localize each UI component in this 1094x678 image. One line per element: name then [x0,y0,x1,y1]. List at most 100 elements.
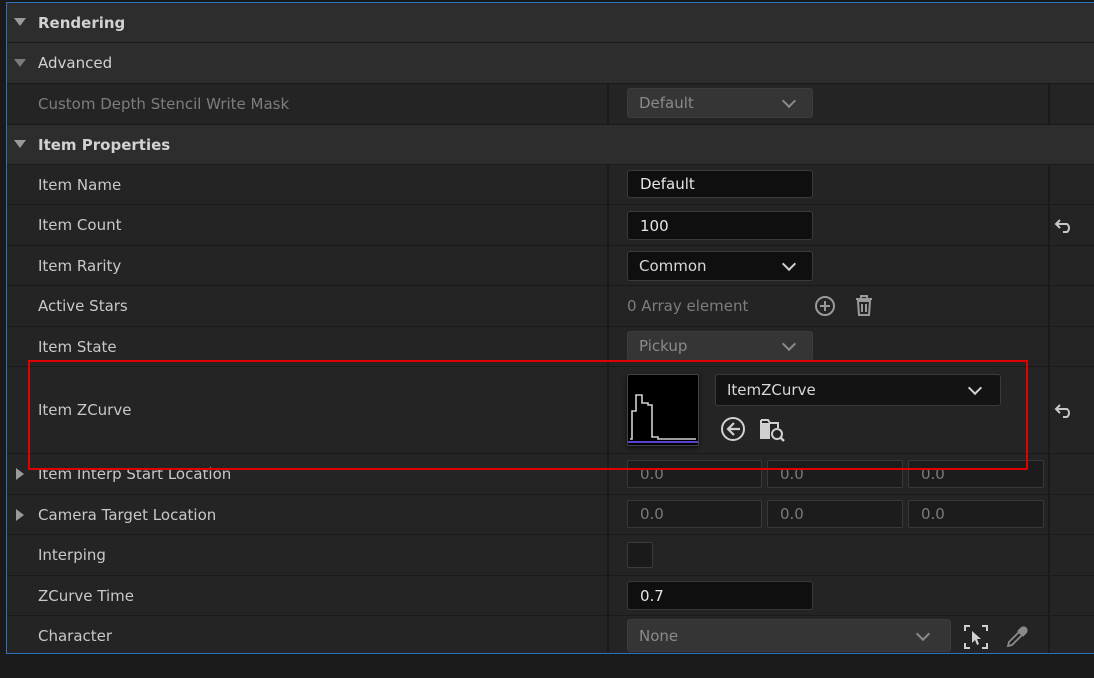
camera-target-z-field[interactable]: 0.0 [908,500,1044,528]
vector-z-value: 0.0 [921,465,945,483]
vector-z-value: 0.0 [921,505,945,523]
collapse-arrow-icon[interactable] [14,18,26,26]
panel-footer [0,655,1094,678]
interp-start-y-field[interactable]: 0.0 [767,460,903,488]
interp-start-z-field[interactable]: 0.0 [908,460,1044,488]
property-label: Active Stars [38,297,128,315]
property-label: Item Interp Start Location [38,465,232,483]
column-separator [607,246,609,285]
column-separator [1048,616,1050,653]
column-separator [607,576,609,615]
camera-target-x-field[interactable]: 0.0 [627,500,762,528]
character-dropdown[interactable]: None [627,619,951,652]
property-label: Item Count [38,216,122,234]
zcurve-time-value: 0.7 [640,586,664,605]
expand-arrow-icon[interactable] [16,468,24,480]
property-label: Item ZCurve [38,401,132,419]
reset-arrow-icon[interactable] [1053,400,1075,422]
column-separator [1048,495,1050,534]
folder-search-icon[interactable] [757,414,787,444]
row-interping: Interping [7,535,1094,576]
category-item-properties[interactable]: Item Properties [7,125,1094,165]
property-label: Item State [38,337,117,356]
row-character: Character None [7,616,1094,653]
column-separator [607,495,609,534]
category-rendering[interactable]: Rendering [7,3,1094,43]
arrow-left-circle-icon[interactable] [719,415,747,443]
reset-arrow-icon[interactable] [1053,215,1075,237]
collapse-arrow-icon[interactable] [14,140,26,148]
property-label: Character [38,627,113,645]
column-separator [1048,246,1050,285]
camera-target-y-field[interactable]: 0.0 [767,500,903,528]
details-panel: Rendering Advanced Custom Depth Stencil … [6,2,1094,654]
column-separator [1048,454,1050,494]
eyedropper-icon[interactable] [1003,623,1031,651]
dropdown-value: Pickup [639,337,688,355]
vector-y-value: 0.0 [780,505,804,523]
item-state-dropdown[interactable]: Pickup [627,331,813,361]
row-camera-target-location: Camera Target Location 0.0 0.0 0.0 [7,495,1094,535]
row-item-name: Item Name Default [7,165,1094,205]
row-item-zcurve: Item ZCurve ItemZCurve [7,367,1094,454]
column-separator [1048,576,1050,615]
expand-arrow-icon[interactable] [16,509,24,521]
column-separator [607,367,609,453]
property-label: Item Rarity [38,256,122,275]
vector-x-value: 0.0 [640,505,664,523]
property-label: Custom Depth Stencil Write Mask [38,95,290,113]
category-advanced[interactable]: Advanced [7,43,1094,84]
vector-x-value: 0.0 [640,465,664,483]
collapse-arrow-icon[interactable] [14,59,26,67]
item-name-value: Default [640,175,695,193]
chevron-down-icon [781,256,797,272]
column-separator [607,616,609,653]
column-separator [1048,84,1050,124]
column-separator [607,205,609,245]
column-separator [1048,286,1050,326]
column-separator [607,535,609,575]
add-circle-icon[interactable] [813,294,837,318]
property-label: ZCurve Time [38,586,135,605]
dropdown-value: Common [639,257,707,275]
dropdown-value: None [639,626,679,645]
custom-depth-dropdown[interactable]: Default [627,88,813,118]
array-count: 0 Array element [627,297,749,315]
item-rarity-dropdown[interactable]: Common [627,251,813,281]
trash-icon[interactable] [852,294,876,318]
property-label: Camera Target Location [38,505,217,524]
row-custom-depth-stencil: Custom Depth Stencil Write Mask Default [7,84,1094,125]
chevron-down-icon [781,93,797,109]
category-item-properties-label: Item Properties [38,135,171,154]
column-separator [607,286,609,326]
row-item-state: Item State Pickup [7,327,1094,367]
row-item-interp-start-location: Item Interp Start Location 0.0 0.0 0.0 [7,454,1094,495]
interp-start-x-field[interactable]: 0.0 [627,460,762,488]
curve-thumbnail[interactable] [627,374,699,446]
chevron-down-icon [967,380,983,396]
category-rendering-label: Rendering [38,13,126,32]
column-separator [607,84,609,124]
column-separator [607,165,609,204]
item-count-input[interactable]: 100 [627,211,813,240]
chevron-down-icon [781,336,797,352]
column-separator [1048,367,1050,453]
item-count-value: 100 [640,216,669,235]
column-separator [607,454,609,494]
column-separator [607,327,609,366]
select-actor-icon[interactable] [962,623,990,651]
item-name-input[interactable]: Default [627,170,813,198]
category-advanced-label: Advanced [38,54,113,72]
zcurve-time-input[interactable]: 0.7 [627,581,813,610]
property-label: Item Name [38,175,122,194]
column-separator [1048,535,1050,575]
curve-asset-dropdown[interactable]: ItemZCurve [715,374,1001,406]
chevron-down-icon [915,626,931,641]
dropdown-value: Default [639,94,694,112]
column-separator [1048,327,1050,366]
row-item-rarity: Item Rarity Common [7,246,1094,286]
curve-preview-icon [628,394,698,443]
interping-checkbox[interactable] [627,542,653,568]
column-separator [1048,205,1050,245]
dropdown-value: ItemZCurve [727,381,816,399]
